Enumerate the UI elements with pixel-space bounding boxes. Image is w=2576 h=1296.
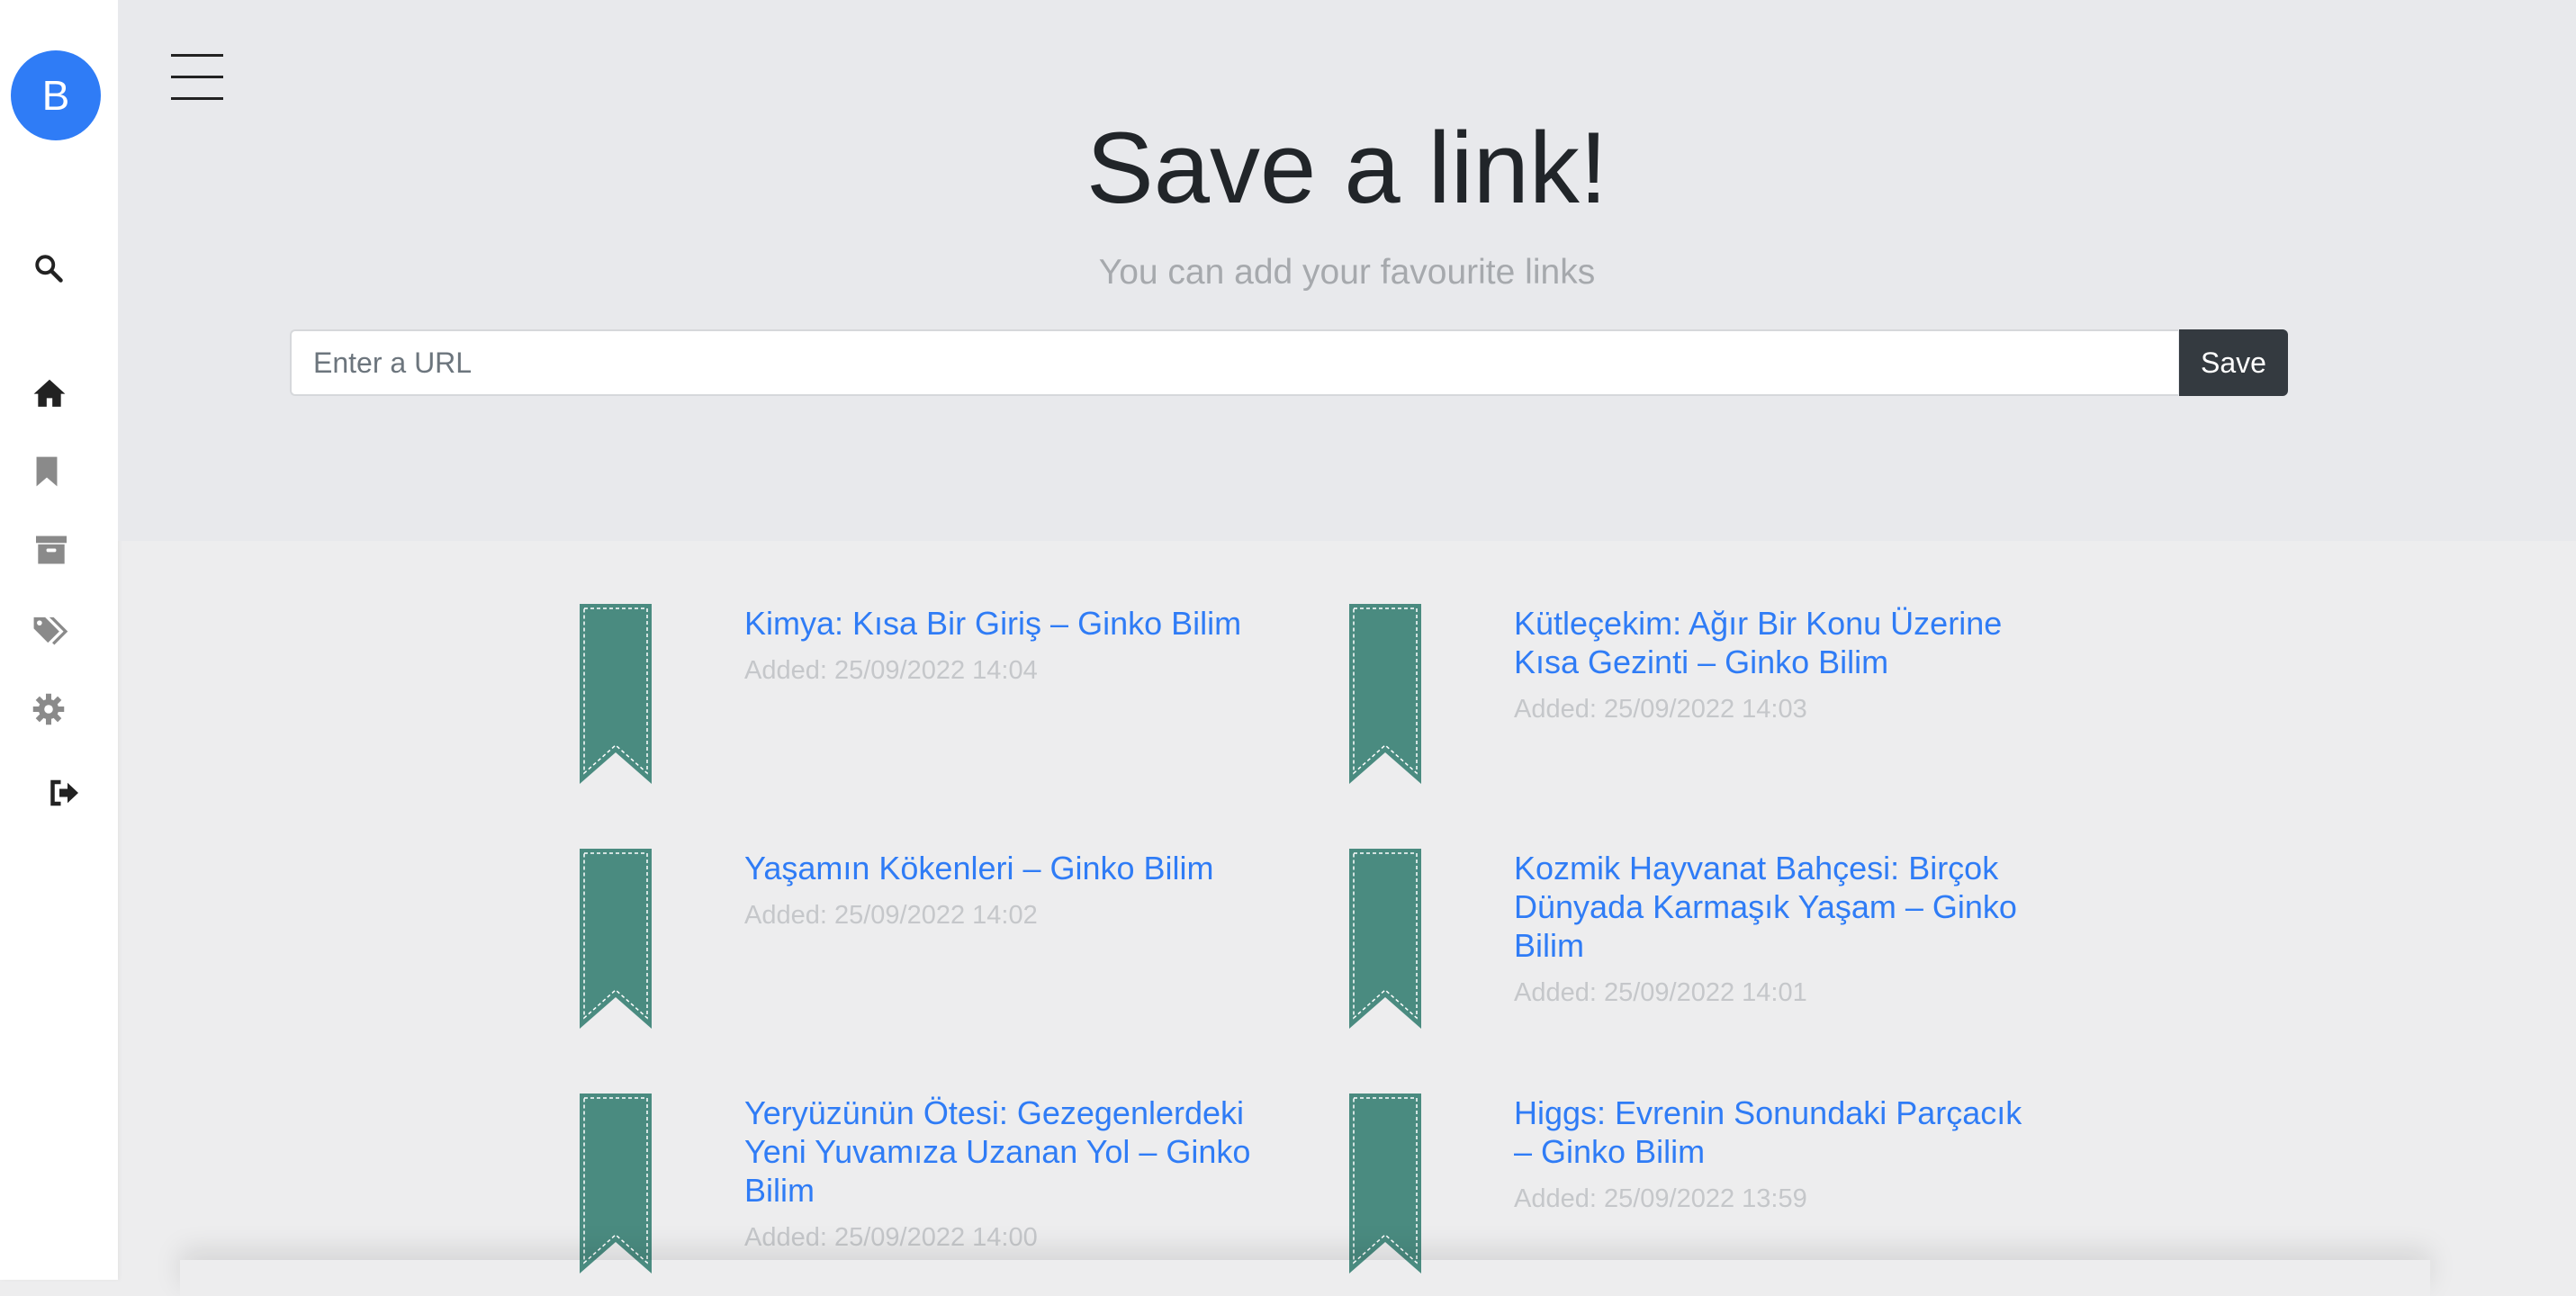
- avatar[interactable]: B: [11, 50, 101, 140]
- sidebar: B: [0, 0, 118, 1280]
- menu-icon[interactable]: [171, 52, 223, 103]
- archive-icon[interactable]: [34, 535, 68, 565]
- search-icon[interactable]: [32, 252, 65, 284]
- link-title[interactable]: Kütleçekim: Ağır Bir Konu Üzerine Kısa G…: [1514, 604, 2036, 681]
- home-icon[interactable]: [32, 376, 67, 409]
- bookmark-ribbon-icon: [580, 604, 652, 784]
- link-title[interactable]: Higgs: Evrenin Sonundaki Parçacık – Gink…: [1514, 1094, 2036, 1171]
- save-button[interactable]: Save: [2179, 329, 2288, 396]
- link-title[interactable]: Yeryüzünün Ötesi: Gezegenlerdeki Yeni Yu…: [744, 1094, 1266, 1210]
- link-date: Added: 25/09/2022 14:00: [744, 1223, 1038, 1252]
- bottom-shadow: [180, 1260, 2430, 1296]
- link-title[interactable]: Kozmik Hayvanat Bahçesi: Birçok Dünyada …: [1514, 849, 2036, 965]
- bookmark-ribbon-icon: [1349, 604, 1421, 784]
- bookmark-ribbon-icon: [1349, 1094, 1421, 1274]
- bookmark-ribbon-icon: [580, 849, 652, 1029]
- link-title[interactable]: Yaşamın Kökenleri – Ginko Bilim: [744, 849, 1266, 887]
- page-subtitle: You can add your favourite links: [1098, 253, 1596, 292]
- bookmark-ribbon-icon: [1349, 849, 1421, 1029]
- link-date: Added: 25/09/2022 14:04: [744, 656, 1038, 685]
- link-title[interactable]: Kimya: Kısa Bir Giriş – Ginko Bilim: [744, 604, 1266, 643]
- link-date: Added: 25/09/2022 13:59: [1514, 1184, 1807, 1213]
- settings-icon[interactable]: [32, 693, 65, 725]
- bookmark-icon[interactable]: [34, 455, 59, 488]
- tags-icon[interactable]: [32, 614, 72, 646]
- link-date: Added: 25/09/2022 14:03: [1514, 695, 1807, 724]
- bookmark-ribbon-icon: [580, 1094, 652, 1274]
- url-input[interactable]: [290, 329, 2178, 396]
- link-date: Added: 25/09/2022 14:01: [1514, 978, 1807, 1007]
- page-title: Save a link!: [1086, 112, 1608, 224]
- link-date: Added: 25/09/2022 14:02: [744, 901, 1038, 930]
- logout-icon[interactable]: [49, 778, 81, 808]
